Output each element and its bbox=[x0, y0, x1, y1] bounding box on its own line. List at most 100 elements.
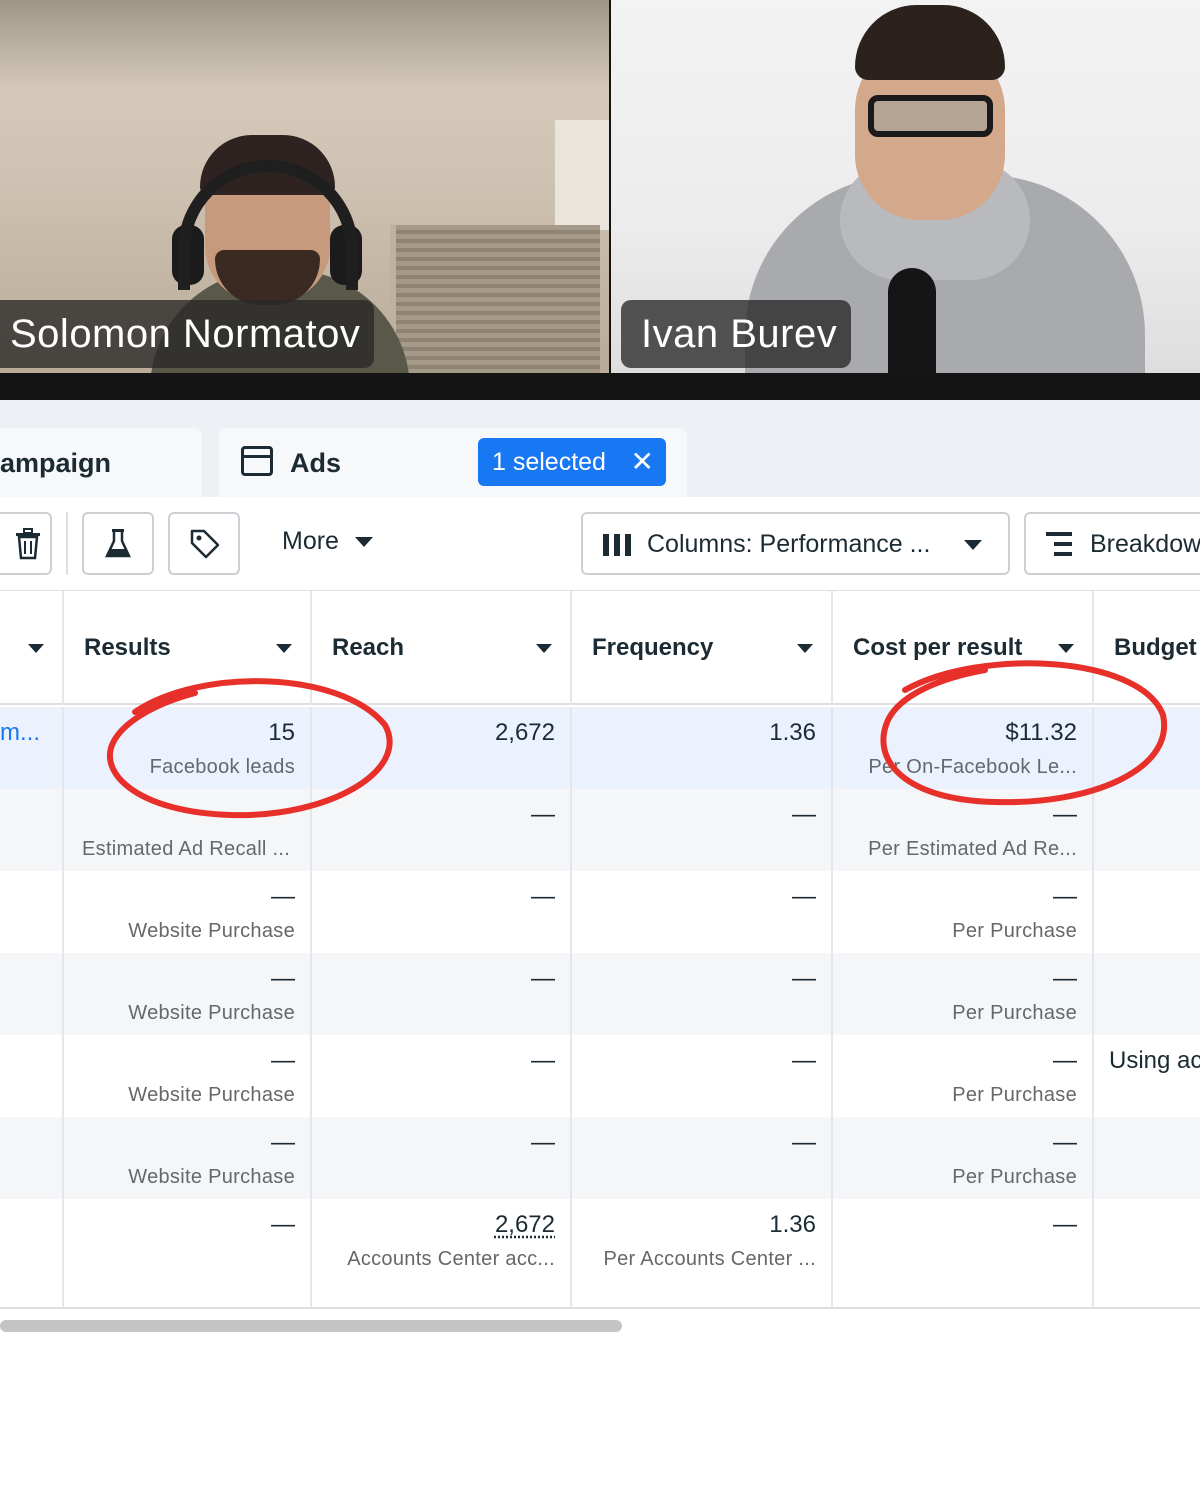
cost-value: — bbox=[1053, 801, 1077, 828]
totals-cell-name bbox=[0, 1199, 64, 1307]
table-cell-results: 15 Facebook leads bbox=[64, 707, 312, 789]
results-type-label: Estimated Ad Recall ... bbox=[82, 838, 291, 860]
table-row[interactable]: — Website Purchase — — — Per Purchase bbox=[0, 871, 1200, 953]
table-cell-name bbox=[0, 871, 64, 953]
breakdown-dropdown[interactable]: Breakdow bbox=[1024, 512, 1200, 575]
cost-type-label: Per Purchase bbox=[952, 1166, 1077, 1188]
beaker-icon bbox=[105, 529, 131, 558]
table-row[interactable]: Estimated Ad Recall ... — — — Per Estimated … bbox=[0, 789, 1200, 871]
tab-ads[interactable]: Ads 1 selected ✕ bbox=[219, 428, 687, 497]
tag-button[interactable] bbox=[168, 512, 240, 575]
results-value: — bbox=[271, 883, 295, 910]
column-header-label: Frequency bbox=[592, 634, 714, 661]
cost-value: — bbox=[1053, 965, 1077, 992]
more-button[interactable]: More bbox=[282, 527, 373, 556]
tab-campaigns[interactable]: ampaign bbox=[0, 428, 202, 497]
frequency-value: 1.36 bbox=[769, 719, 816, 746]
column-header-label: Reach bbox=[332, 634, 405, 661]
table-cell-results: — Website Purchase bbox=[64, 1035, 312, 1117]
toolbar: More Columns: Performance ... Breakdow bbox=[0, 497, 1200, 591]
total-reach-value: 2,672 bbox=[494, 1211, 555, 1238]
column-header-label: Cost per result bbox=[853, 634, 1023, 661]
column-header-label: Budget bbox=[1114, 634, 1197, 661]
toolbar-divider bbox=[66, 512, 68, 575]
column-header-cost-per-result[interactable]: Cost per result bbox=[833, 591, 1094, 705]
column-header-frequency[interactable]: Frequency bbox=[572, 591, 833, 705]
results-type-label: Facebook leads bbox=[149, 756, 295, 778]
budget-value: Using ac bbox=[1109, 1047, 1200, 1074]
cost-value: — bbox=[1053, 1047, 1077, 1074]
column-header-name[interactable] bbox=[0, 591, 64, 705]
table-cell-reach: — bbox=[312, 953, 572, 1035]
totals-cell-results: — bbox=[64, 1199, 312, 1307]
table-cell-budget bbox=[1094, 1117, 1200, 1199]
chevron-down-icon[interactable] bbox=[28, 644, 44, 653]
table-totals-row: — 2,672 Accounts Center acc... 1.36 Per Acco… bbox=[0, 1199, 1200, 1309]
frequency-value: — bbox=[792, 801, 816, 828]
frequency-value: — bbox=[792, 1129, 816, 1156]
table-row[interactable]: — Website Purchase — — — Per Purchase bbox=[0, 1117, 1200, 1199]
total-reach-label: Accounts Center acc... bbox=[347, 1248, 555, 1270]
close-icon[interactable]: ✕ bbox=[631, 438, 654, 486]
selected-count-chip[interactable]: 1 selected ✕ bbox=[478, 438, 666, 486]
table-cell-cost: — Per Estimated Ad Re... bbox=[833, 789, 1094, 871]
chevron-down-icon[interactable] bbox=[536, 644, 552, 653]
column-header-reach[interactable]: Reach bbox=[312, 591, 572, 705]
ads-table: Results Reach Frequency Cost per result … bbox=[0, 591, 1200, 1313]
frequency-value: — bbox=[792, 1047, 816, 1074]
table-cell-reach: — bbox=[312, 789, 572, 871]
results-type-label: Website Purchase bbox=[128, 1166, 295, 1188]
table-cell-reach: — bbox=[312, 1117, 572, 1199]
results-value: — bbox=[271, 965, 295, 992]
chevron-down-icon[interactable] bbox=[797, 644, 813, 653]
totals-cell-frequency: 1.36 Per Accounts Center ... bbox=[572, 1199, 833, 1307]
microphone bbox=[888, 268, 936, 373]
table-cell-cost: — Per Purchase bbox=[833, 871, 1094, 953]
reach-value: — bbox=[531, 1047, 555, 1074]
chevron-down-icon[interactable] bbox=[1058, 644, 1074, 653]
column-header-label: Results bbox=[84, 634, 171, 661]
participant-name-tag: Solomon Normatov bbox=[0, 300, 375, 368]
louvered-door bbox=[390, 225, 600, 373]
delete-button[interactable] bbox=[0, 512, 52, 575]
table-cell-budget bbox=[1094, 871, 1200, 953]
table-cell-reach: — bbox=[312, 871, 572, 953]
table-row[interactable]: m... 15 Facebook leads 2,672 1.36 $11.32 Per O… bbox=[0, 707, 1200, 789]
column-header-budget[interactable]: Budget bbox=[1094, 591, 1200, 705]
table-cell-name: m... bbox=[0, 707, 64, 789]
totals-cell-reach: 2,672 Accounts Center acc... bbox=[312, 1199, 572, 1307]
table-cell-budget: Using ac bbox=[1094, 1035, 1200, 1117]
totals-cell-cost: — bbox=[833, 1199, 1094, 1307]
reach-value: — bbox=[531, 883, 555, 910]
table-row[interactable]: — Website Purchase — — — Per Purchase Using ac bbox=[0, 1035, 1200, 1117]
cost-value: — bbox=[1053, 883, 1077, 910]
ad-name-link[interactable]: m... bbox=[0, 719, 40, 747]
cost-type-label: Per On-Facebook Le... bbox=[868, 756, 1077, 778]
tab-campaigns-label: ampaign bbox=[0, 448, 112, 478]
frequency-value: — bbox=[792, 883, 816, 910]
frequency-value: — bbox=[792, 965, 816, 992]
chevron-down-icon bbox=[964, 540, 982, 550]
table-cell-name bbox=[0, 953, 64, 1035]
columns-icon bbox=[603, 534, 633, 556]
columns-dropdown[interactable]: Columns: Performance ... bbox=[581, 512, 1010, 575]
ab-test-button[interactable] bbox=[82, 512, 154, 575]
reach-value: 2,672 bbox=[494, 719, 555, 746]
cost-type-label: Per Purchase bbox=[952, 920, 1077, 942]
horizontal-scrollbar[interactable] bbox=[0, 1320, 622, 1332]
table-cell-cost: — Per Purchase bbox=[833, 1035, 1094, 1117]
reach-value: — bbox=[531, 801, 555, 828]
table-cell-frequency: — bbox=[572, 871, 833, 953]
reach-value: — bbox=[531, 965, 555, 992]
more-label: More bbox=[282, 527, 339, 555]
cost-value: — bbox=[1053, 1129, 1077, 1156]
table-cell-cost: — Per Purchase bbox=[833, 1117, 1094, 1199]
chevron-down-icon[interactable] bbox=[276, 644, 292, 653]
breakdown-icon bbox=[1046, 532, 1072, 556]
table-cell-frequency: 1.36 bbox=[572, 707, 833, 789]
cost-type-label: Per Purchase bbox=[952, 1084, 1077, 1106]
results-type-label: Website Purchase bbox=[128, 1084, 295, 1106]
total-cost-value: — bbox=[1053, 1211, 1077, 1238]
column-header-results[interactable]: Results bbox=[64, 591, 312, 705]
table-row[interactable]: — Website Purchase — — — Per Purchase bbox=[0, 953, 1200, 1035]
